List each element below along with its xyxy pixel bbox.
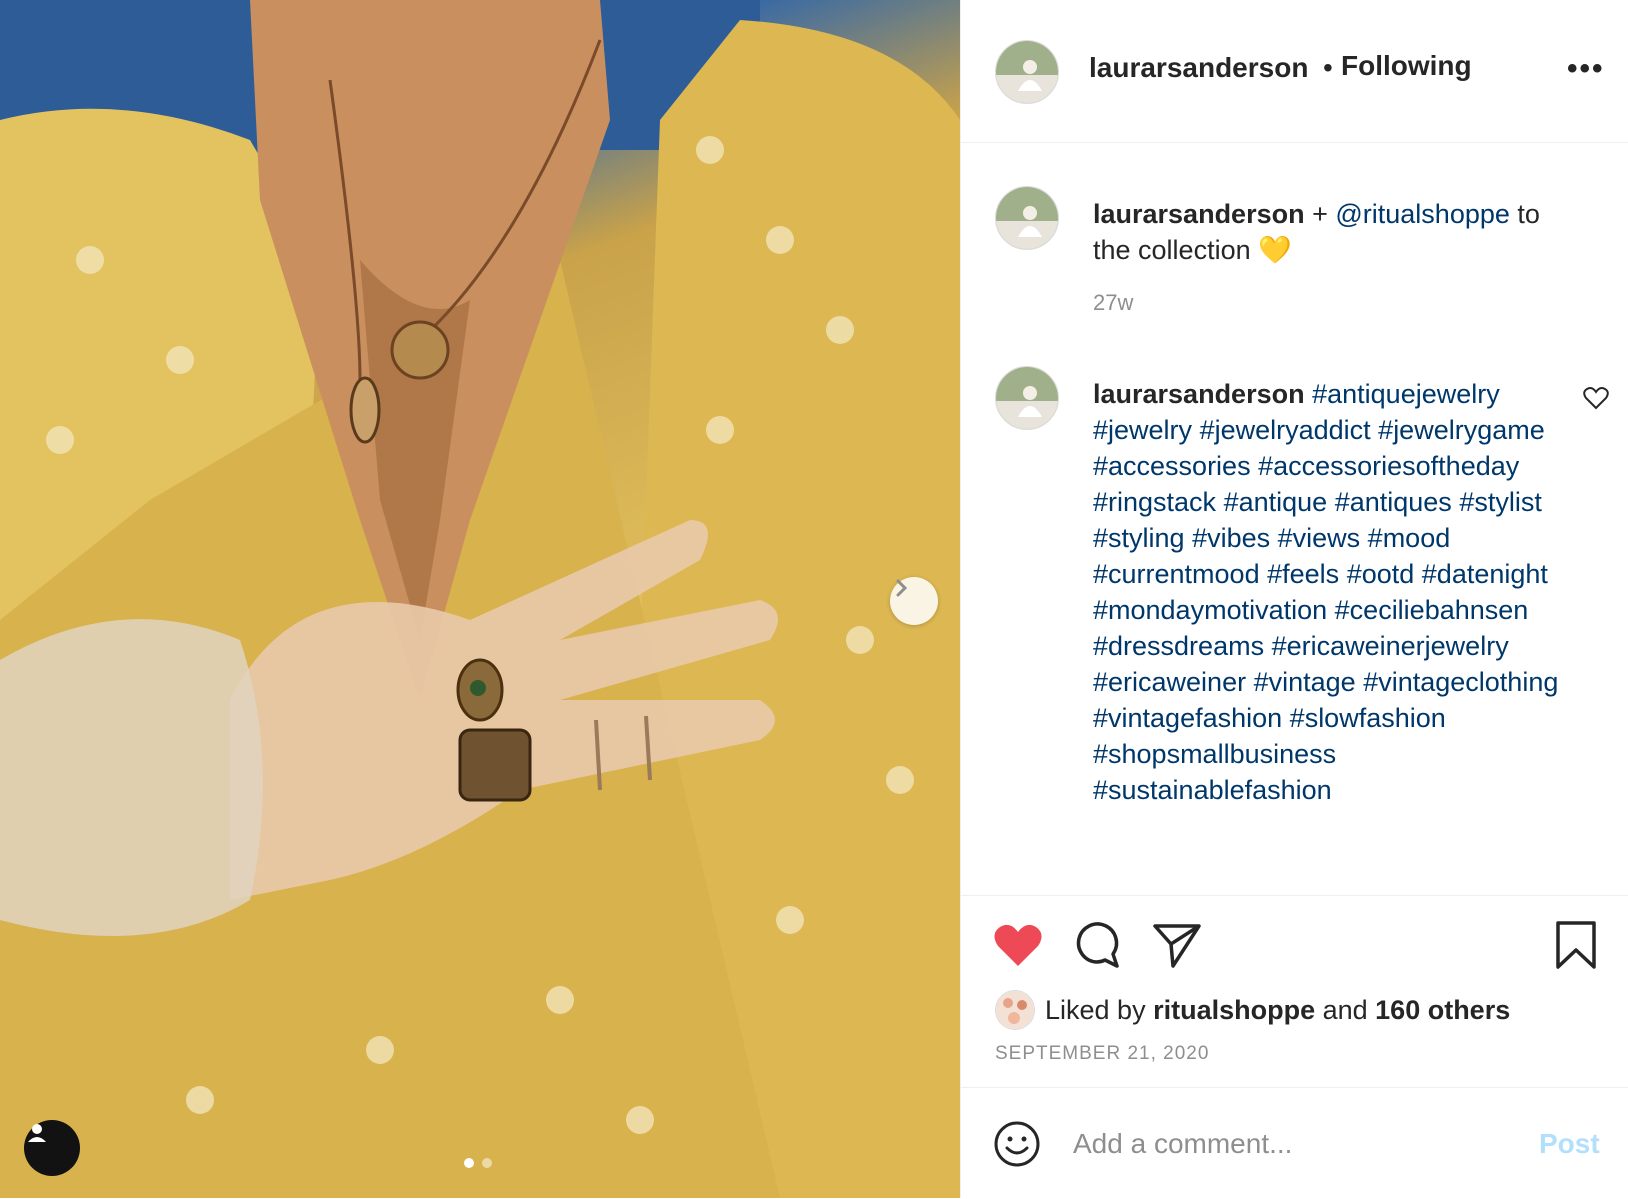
add-comment-section: Post bbox=[961, 1087, 1628, 1199]
post-details-panel: laurarsanderson • Following ••• laurarsa… bbox=[960, 0, 1628, 1198]
caption-text: laurarsanderson + @ritualshoppe to the c… bbox=[1093, 196, 1573, 268]
hashtag-link[interactable]: #ootd bbox=[1347, 559, 1415, 589]
comment-username[interactable]: laurarsanderson bbox=[1093, 379, 1305, 409]
caption-mention[interactable]: @ritualshoppe bbox=[1335, 199, 1510, 229]
likes-prefix: Liked by bbox=[1045, 994, 1154, 1025]
caption-plus: + bbox=[1304, 199, 1336, 229]
hashtag-link[interactable]: #ceciliebahnsen bbox=[1335, 595, 1529, 625]
heart-outline-icon[interactable] bbox=[1583, 386, 1609, 410]
hashtag-link[interactable]: #views bbox=[1278, 523, 1361, 553]
hashtag-link[interactable]: #shopsmallbusiness bbox=[1093, 739, 1336, 769]
hashtag-link[interactable]: #dressdreams bbox=[1093, 631, 1264, 661]
hashtag-link[interactable]: #jewelrygame bbox=[1378, 415, 1545, 445]
caption-avatar[interactable] bbox=[995, 186, 1059, 250]
liker-avatar[interactable] bbox=[995, 990, 1035, 1030]
comment-input[interactable] bbox=[1071, 1118, 1495, 1170]
hashtag-link[interactable]: #accessoriesoftheday bbox=[1258, 451, 1519, 481]
hashtag-link[interactable]: #jewelryaddict bbox=[1200, 415, 1371, 445]
carousel-dot-1 bbox=[464, 1158, 474, 1168]
author-avatar[interactable] bbox=[995, 40, 1059, 104]
hashtag-link[interactable]: #jewelry bbox=[1093, 415, 1192, 445]
hashtag-link[interactable]: #antique bbox=[1224, 487, 1328, 517]
hashtag-link[interactable]: #vibes bbox=[1192, 523, 1270, 553]
carousel-indicator bbox=[464, 1158, 492, 1168]
header-separator: • bbox=[1323, 52, 1333, 83]
hashtag-link[interactable]: #slowfashion bbox=[1290, 703, 1446, 733]
hashtag-link[interactable]: #sustainablefashion bbox=[1093, 775, 1332, 805]
post-date[interactable]: SEPTEMBER 21, 2020 bbox=[995, 1043, 1209, 1065]
hashtag-link[interactable]: #ericaweiner bbox=[1093, 667, 1246, 697]
tagged-users-button[interactable] bbox=[24, 1120, 80, 1176]
caption-username[interactable]: laurarsanderson bbox=[1093, 199, 1305, 229]
likes-summary: Liked by ritualshoppe and 160 others bbox=[995, 990, 1510, 1030]
heart-filled-icon[interactable] bbox=[993, 922, 1043, 968]
post-comment-button[interactable]: Post bbox=[1539, 1128, 1600, 1160]
hashtag-link[interactable]: #datenight bbox=[1422, 559, 1548, 589]
following-button[interactable]: Following bbox=[1341, 50, 1472, 82]
caption-timestamp[interactable]: 27w bbox=[1093, 290, 1133, 316]
bookmark-icon[interactable] bbox=[1555, 920, 1597, 970]
hashtag-link[interactable]: #antiques bbox=[1335, 487, 1452, 517]
avatar-image bbox=[996, 367, 1058, 429]
hashtag-link[interactable]: #ringstack bbox=[1093, 487, 1216, 517]
hashtag-link[interactable]: #mood bbox=[1368, 523, 1451, 553]
avatar-image bbox=[996, 187, 1058, 249]
avatar-image bbox=[996, 991, 1034, 1029]
hashtag-comment-text: laurarsanderson #antiquejewelry #jewelry… bbox=[1093, 376, 1573, 808]
carousel-dot-2 bbox=[482, 1158, 492, 1168]
liker-username[interactable]: ritualshoppe bbox=[1153, 995, 1315, 1026]
post-photo[interactable] bbox=[0, 0, 960, 1198]
hashtag-link[interactable]: #feels bbox=[1267, 559, 1339, 589]
hashtag-link[interactable]: #styling bbox=[1093, 523, 1185, 553]
hashtag-link[interactable]: #antiquejewelry bbox=[1312, 379, 1500, 409]
likes-and: and bbox=[1315, 994, 1376, 1025]
share-icon[interactable] bbox=[1153, 922, 1201, 968]
comment-icon[interactable] bbox=[1073, 920, 1121, 968]
hashtag-link[interactable]: #vintage bbox=[1254, 667, 1356, 697]
next-photo-button[interactable] bbox=[890, 577, 938, 625]
photo-illustration bbox=[0, 0, 960, 1198]
hashtag-link[interactable]: #vintageclothing bbox=[1363, 667, 1558, 697]
user-tag-icon bbox=[28, 1124, 46, 1142]
post-header: laurarsanderson • Following ••• bbox=[961, 0, 1628, 143]
hashtag-link[interactable]: #mondaymotivation bbox=[1093, 595, 1327, 625]
hashtag-link[interactable]: #accessories bbox=[1093, 451, 1251, 481]
hashtag-link[interactable]: #vintagefashion bbox=[1093, 703, 1282, 733]
avatar-image bbox=[996, 41, 1058, 103]
hashtag-link[interactable]: #currentmood bbox=[1093, 559, 1260, 589]
chevron-right-icon bbox=[896, 579, 908, 597]
comment-avatar[interactable] bbox=[995, 366, 1059, 430]
more-icon[interactable]: ••• bbox=[1567, 52, 1605, 86]
yellow-heart-emoji: 💛 bbox=[1258, 235, 1292, 265]
emoji-icon[interactable] bbox=[993, 1120, 1041, 1168]
likes-others[interactable]: 160 others bbox=[1375, 995, 1510, 1026]
hashtag-link[interactable]: #ericaweinerjewelry bbox=[1272, 631, 1509, 661]
author-username[interactable]: laurarsanderson bbox=[1089, 52, 1308, 84]
hashtag-link[interactable]: #stylist bbox=[1459, 487, 1542, 517]
